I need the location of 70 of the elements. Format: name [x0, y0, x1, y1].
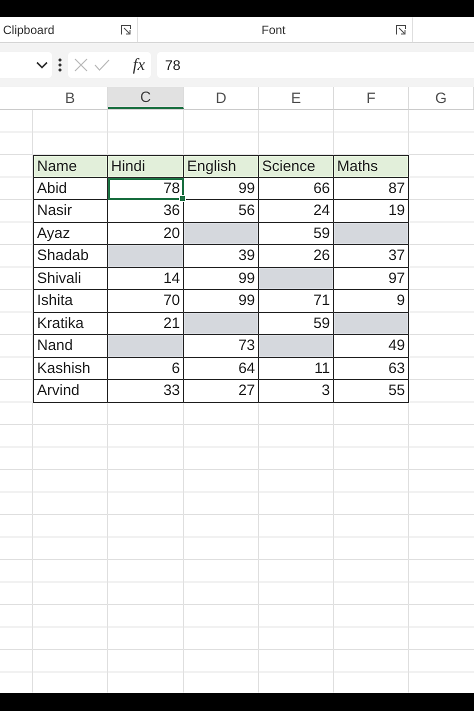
table-cell[interactable]: 70: [108, 290, 184, 312]
table-cell[interactable]: [184, 312, 259, 335]
check-icon[interactable]: [94, 59, 110, 71]
column-heading: Maths: [334, 155, 409, 178]
table-cell[interactable]: 26: [259, 245, 334, 268]
column-heading: Name: [33, 155, 108, 178]
table-cell[interactable]: 64: [184, 358, 259, 380]
table-cell[interactable]: [259, 268, 334, 290]
table-cell[interactable]: 21: [108, 312, 184, 335]
table-cell: Nand: [33, 335, 108, 358]
table-cell[interactable]: 39: [184, 245, 259, 268]
table-cell[interactable]: 99: [184, 268, 259, 290]
table-cell: Abid: [33, 178, 108, 200]
table-cell[interactable]: 78: [108, 178, 184, 200]
insert-function-button[interactable]: fx: [132, 55, 145, 75]
chevron-down-icon[interactable]: [36, 61, 48, 69]
ribbon-group-label: Font: [261, 22, 286, 36]
column-heading: English: [184, 155, 259, 178]
table-cell[interactable]: 87: [334, 178, 409, 200]
table-cell[interactable]: [259, 335, 334, 358]
table-cell: Kashish: [33, 358, 108, 380]
table-cell[interactable]: 24: [259, 200, 334, 222]
table-cell[interactable]: [184, 222, 259, 245]
table-cell[interactable]: [108, 245, 184, 268]
table-cell[interactable]: 33: [108, 380, 184, 402]
table-cell: Nasir: [33, 200, 108, 222]
column-header[interactable]: D: [184, 87, 259, 109]
table-cell[interactable]: 55: [334, 380, 409, 402]
table-cell: Kratika: [33, 312, 108, 335]
table-cell: Arvind: [33, 380, 108, 402]
column-header[interactable]: E: [259, 87, 334, 109]
table-cell[interactable]: 71: [259, 290, 334, 312]
table-cell: Ishita: [33, 290, 108, 312]
table-cell[interactable]: 97: [334, 268, 409, 290]
table-cell[interactable]: 99: [184, 290, 259, 312]
table-cell: Ayaz: [33, 222, 108, 245]
table-cell[interactable]: 6: [108, 358, 184, 380]
table-cell[interactable]: 27: [184, 380, 259, 402]
table-cell[interactable]: 59: [259, 312, 334, 335]
table-cell[interactable]: [334, 222, 409, 245]
table-cell[interactable]: 20: [108, 222, 184, 245]
column-heading: Hindi: [108, 155, 184, 178]
dialog-launcher-icon[interactable]: [396, 25, 406, 35]
table-cell[interactable]: 19: [334, 200, 409, 222]
table-cell[interactable]: 73: [184, 335, 259, 358]
table-cell[interactable]: 63: [334, 358, 409, 380]
table-cell: Shivali: [33, 268, 108, 290]
table-cell[interactable]: 9: [334, 290, 409, 312]
table-cell[interactable]: 49: [334, 335, 409, 358]
column-header[interactable]: C: [108, 87, 184, 109]
formula-input[interactable]: 78: [157, 52, 474, 78]
table-cell[interactable]: 11: [259, 358, 334, 380]
table-cell[interactable]: 99: [184, 178, 259, 200]
table-cell[interactable]: [334, 312, 409, 335]
table-cell[interactable]: 66: [259, 178, 334, 200]
dialog-launcher-icon[interactable]: [121, 24, 131, 34]
table-cell[interactable]: [108, 335, 184, 358]
table-cell[interactable]: 56: [184, 200, 259, 222]
table-cell[interactable]: 59: [259, 222, 334, 245]
column-header[interactable]: G: [409, 87, 474, 109]
fill-handle[interactable]: [179, 195, 186, 202]
table-cell: Shadab: [33, 245, 108, 268]
more-options-icon[interactable]: [58, 58, 62, 72]
column-heading: Science: [259, 155, 334, 178]
table-cell[interactable]: 36: [108, 200, 184, 222]
table-cell[interactable]: 3: [259, 380, 334, 402]
table-cell[interactable]: 37: [334, 245, 409, 268]
column-header[interactable]: F: [334, 87, 409, 109]
table-cell[interactable]: 14: [108, 268, 184, 290]
ribbon-group-label: Clipboard: [3, 22, 54, 36]
